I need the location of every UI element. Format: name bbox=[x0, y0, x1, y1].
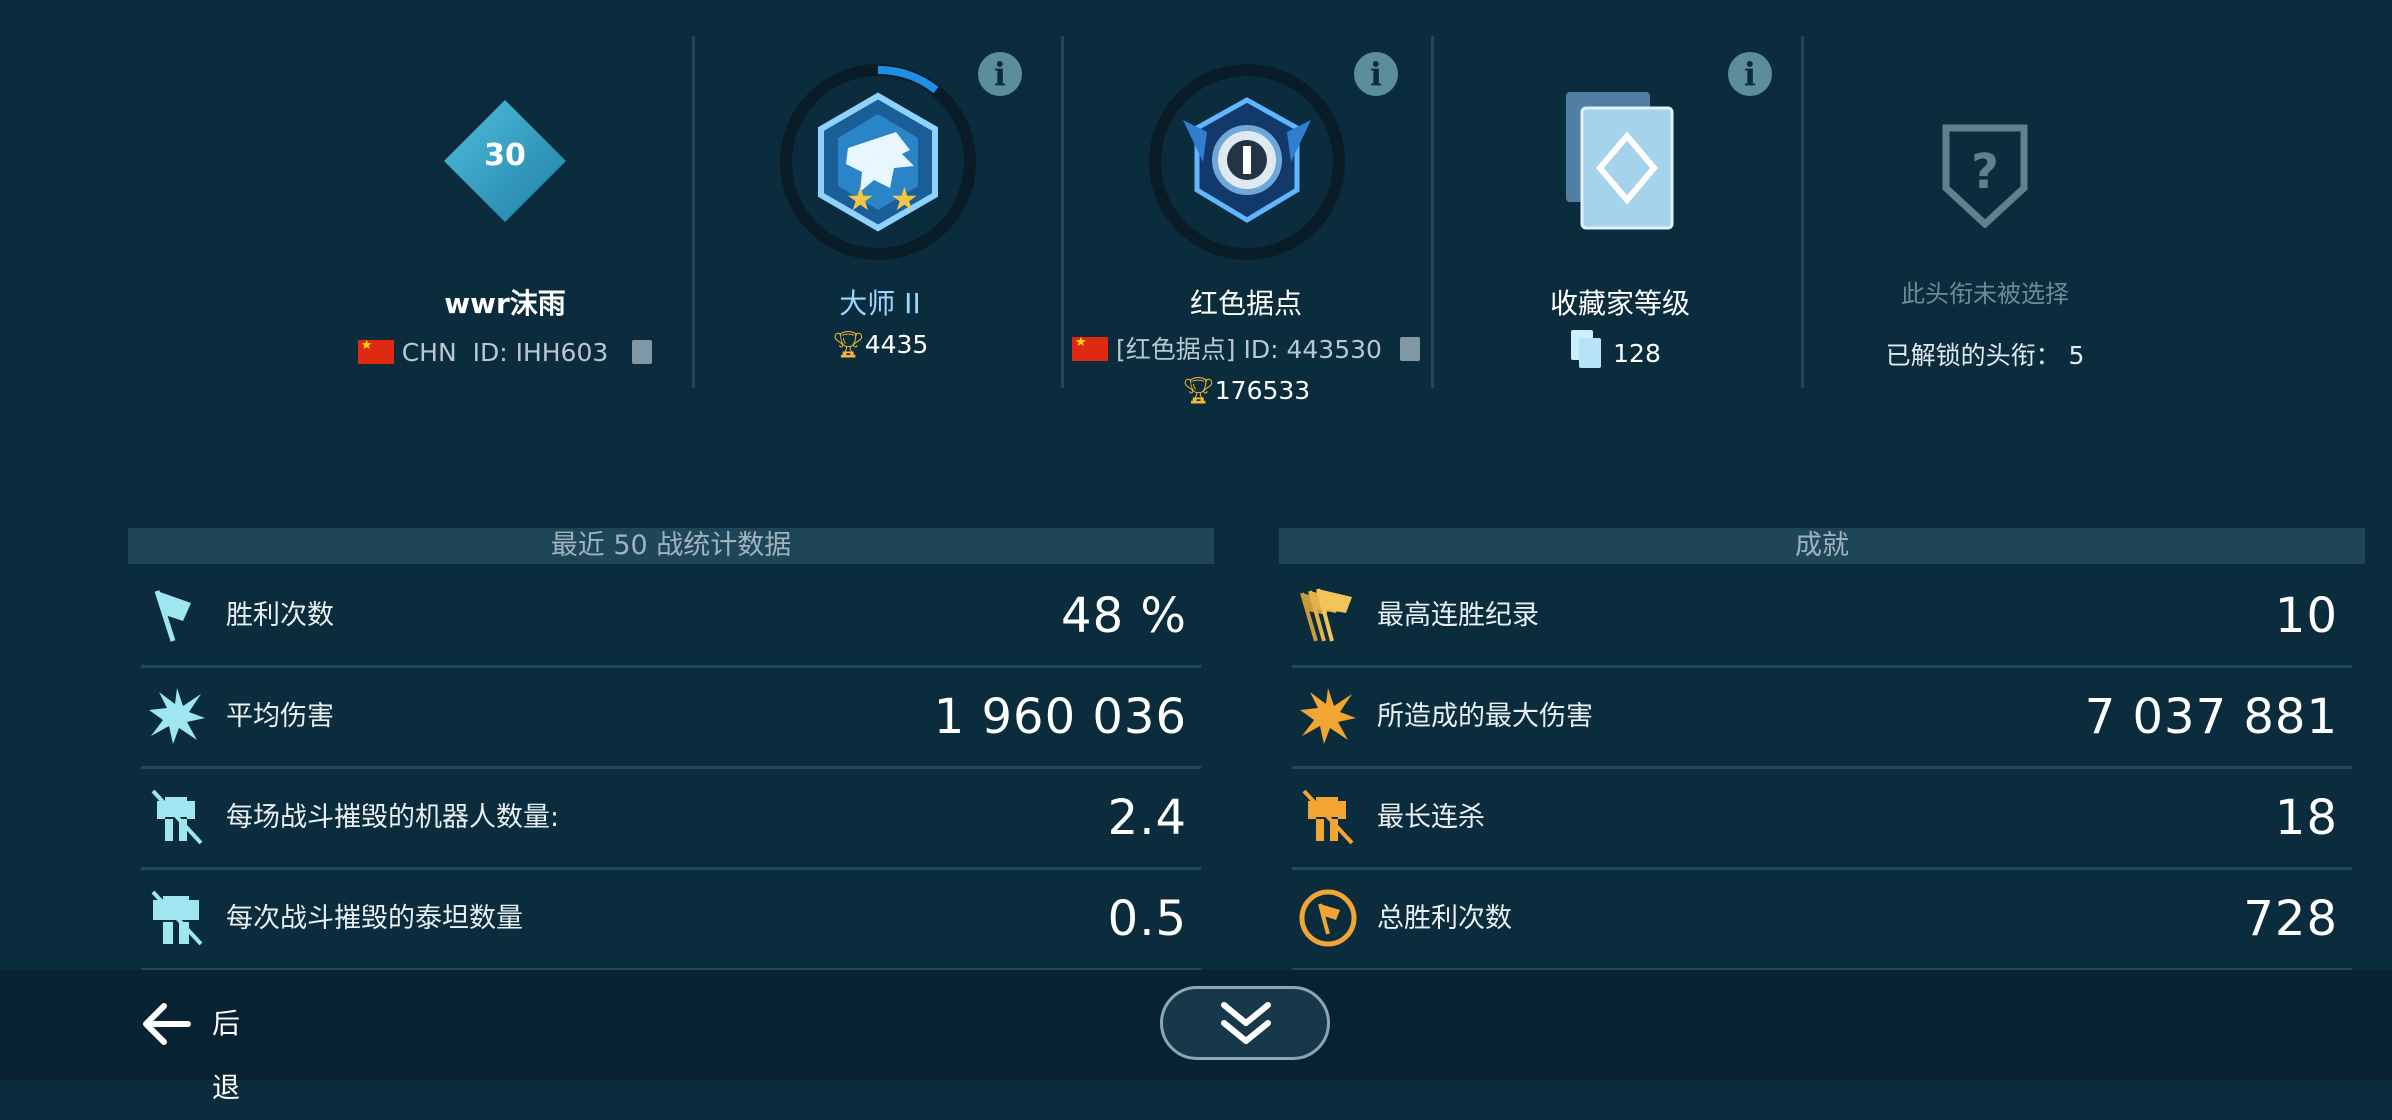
svg-text:★: ★ bbox=[846, 180, 875, 218]
collector-count: 128 bbox=[1613, 339, 1661, 368]
destroyed-robot-icon bbox=[151, 789, 203, 845]
achievement-label: 最高连胜纪录 bbox=[1377, 600, 1539, 631]
achievement-value: 18 bbox=[2274, 790, 2338, 846]
arrow-left-icon bbox=[143, 1003, 191, 1045]
double-chevron-down-icon bbox=[1221, 1002, 1271, 1044]
title-status: 此头衔未被选择 bbox=[1901, 280, 2069, 308]
achievement-row-win-streak: 最高连胜纪录 10 bbox=[1292, 567, 2352, 668]
stat-label: 胜利次数 bbox=[226, 600, 334, 631]
china-flag-icon bbox=[357, 337, 394, 364]
clan-trophies-line: 🏆︎176533 bbox=[1066, 376, 1426, 406]
stat-value: 48 % bbox=[1061, 588, 1187, 644]
flags-streak-icon bbox=[1300, 588, 1352, 642]
divider bbox=[1061, 36, 1064, 388]
achievement-value: 10 bbox=[2274, 588, 2338, 644]
titles-unlocked: 已解锁的头衔： 5 bbox=[1885, 341, 2085, 370]
explosion-icon bbox=[1300, 688, 1356, 744]
achievement-label: 最长连杀 bbox=[1377, 802, 1485, 833]
recent-stats-panel: 最近 50 战统计数据 胜利次数 48 % 平均伤害 1 960 036 每场战… bbox=[128, 528, 1214, 971]
card-stack-icon bbox=[1579, 338, 1602, 368]
info-icon[interactable]: i bbox=[1728, 52, 1772, 96]
divider bbox=[1431, 36, 1434, 388]
clan-trophies: 176533 bbox=[1214, 376, 1311, 405]
clan-id-line: [红色据点] ID: 443530 bbox=[1066, 330, 1426, 366]
collector-card[interactable]: i 收藏家等级 128 bbox=[1440, 36, 1800, 388]
achievement-value: 7 037 881 bbox=[2084, 689, 2338, 745]
flag-icon bbox=[154, 590, 191, 642]
stat-value: 1 960 036 bbox=[933, 689, 1187, 745]
title-card[interactable]: ? 此头衔未被选择 已解锁的头衔： 5 bbox=[1830, 36, 2140, 388]
stat-label: 每次战斗摧毁的泰坦数量 bbox=[226, 903, 523, 934]
league-rank: 大师 II bbox=[839, 287, 921, 320]
league-card[interactable]: ★ ★ i 大师 II 🏆︎4435 bbox=[720, 36, 1040, 388]
player-id-line: CHN ID: IHH603 bbox=[340, 337, 670, 367]
stat-value: 2.4 bbox=[1107, 790, 1187, 846]
copy-icon[interactable] bbox=[632, 340, 653, 364]
achievements-panel: 成就 最高连胜纪录 10 所造成的最大伤害 7 037 881 最长连杀 18 … bbox=[1279, 528, 2365, 971]
copy-icon[interactable] bbox=[1399, 337, 1420, 361]
league-trophies: 4435 bbox=[864, 330, 929, 359]
explosion-icon bbox=[149, 688, 205, 744]
collector-title: 收藏家等级 bbox=[1549, 287, 1690, 320]
destroyed-robot-icon bbox=[1302, 789, 1354, 845]
collector-count-line: 128 bbox=[1440, 338, 1800, 368]
achievement-label: 总胜利次数 bbox=[1377, 903, 1512, 934]
flag-circle-icon bbox=[1299, 889, 1357, 947]
expand-button[interactable] bbox=[1160, 986, 1330, 1060]
clan-card[interactable]: i 红色据点 [红色据点] ID: 443530 🏆︎176533 bbox=[1066, 36, 1426, 406]
china-flag-icon bbox=[1072, 334, 1109, 361]
player-id: ID: IHH603 bbox=[472, 338, 609, 367]
league-master-badge-icon: ★ ★ bbox=[780, 64, 976, 260]
player-card[interactable]: 30 wwr沫雨 CHN ID: IHH603 bbox=[340, 36, 670, 388]
unknown-title-shield-icon: ? bbox=[1942, 124, 2028, 228]
svg-text:★: ★ bbox=[890, 180, 919, 218]
divider bbox=[1801, 36, 1804, 388]
achievements-header: 成就 bbox=[1279, 528, 2365, 564]
achievement-row-kill-streak: 最长连杀 18 bbox=[1292, 769, 2352, 870]
league-trophies-line: 🏆︎4435 bbox=[720, 330, 1040, 360]
stat-value: 0.5 bbox=[1107, 891, 1187, 947]
stat-row-avg-damage: 平均伤害 1 960 036 bbox=[141, 668, 1201, 769]
clan-emblem-icon bbox=[1149, 64, 1345, 260]
stat-label: 平均伤害 bbox=[226, 701, 334, 732]
achievement-label: 所造成的最大伤害 bbox=[1377, 701, 1593, 732]
divider bbox=[692, 36, 695, 388]
clan-name: 红色据点 bbox=[1189, 287, 1302, 320]
player-level: 30 bbox=[484, 138, 526, 173]
player-country: CHN bbox=[401, 338, 457, 367]
stat-row-robots-destroyed: 每场战斗摧毁的机器人数量: 2.4 bbox=[141, 769, 1201, 870]
collector-cards-icon bbox=[1566, 92, 1674, 230]
back-label: 后退 bbox=[212, 1007, 241, 1104]
achievement-row-total-wins: 总胜利次数 728 bbox=[1292, 870, 2352, 971]
trophy-icon: 🏆︎ bbox=[831, 330, 865, 360]
profile-header: 30 wwr沫雨 CHN ID: IHH603 ★ ★ i 大师 II 🏆︎44… bbox=[0, 0, 2392, 420]
svg-text:?: ? bbox=[1971, 144, 1999, 200]
info-icon[interactable]: i bbox=[1354, 52, 1398, 96]
info-icon[interactable]: i bbox=[978, 52, 1022, 96]
achievement-row-max-damage: 所造成的最大伤害 7 037 881 bbox=[1292, 668, 2352, 769]
trophy-icon: 🏆︎ bbox=[1181, 376, 1215, 406]
clan-tag-id: [红色据点] ID: 443530 bbox=[1116, 335, 1382, 364]
player-name: wwr沫雨 bbox=[444, 287, 566, 320]
destroyed-titan-icon bbox=[151, 890, 203, 946]
stat-row-titans-destroyed: 每次战斗摧毁的泰坦数量 0.5 bbox=[141, 870, 1201, 971]
achievement-value: 728 bbox=[2243, 891, 2338, 947]
stat-row-wins: 胜利次数 48 % bbox=[141, 567, 1201, 668]
stat-label: 每场战斗摧毁的机器人数量: bbox=[226, 802, 560, 833]
recent-stats-header: 最近 50 战统计数据 bbox=[128, 528, 1214, 564]
bottom-bar: 后退 bbox=[0, 970, 2392, 1104]
